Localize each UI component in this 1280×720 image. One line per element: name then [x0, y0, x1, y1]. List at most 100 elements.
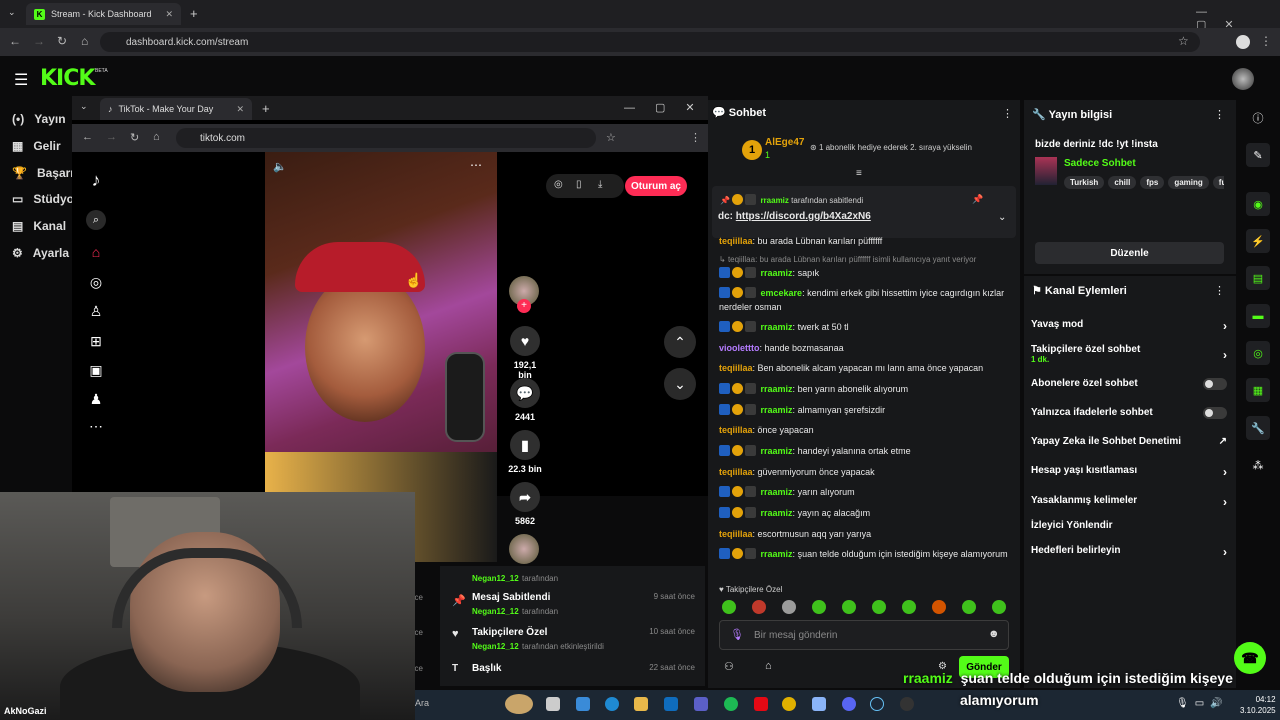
emote-only-toggle[interactable]: [1203, 407, 1227, 419]
emote[interactable]: [782, 600, 796, 614]
chat-username[interactable]: teqiillaa: [719, 236, 753, 246]
more-icon[interactable]: ⋯: [86, 418, 106, 435]
following-icon[interactable]: ♙: [86, 303, 106, 320]
chat-message[interactable]: teqiillaa: güvenmiyorum önce yapacak: [719, 465, 1015, 479]
more-options-icon[interactable]: ⁂: [1246, 453, 1270, 477]
music-disc-avatar[interactable]: [509, 534, 539, 564]
chat-username[interactable]: rraamiz: [761, 549, 793, 559]
task-view-icon[interactable]: [546, 697, 560, 711]
notes-icon[interactable]: ▤: [1246, 266, 1270, 290]
comment-action[interactable]: 💬 2441: [508, 378, 542, 422]
chat-points-icon[interactable]: ⚇: [724, 660, 734, 673]
back-icon[interactable]: ←: [9, 34, 21, 48]
stream-info-menu-icon[interactable]: ⋮: [1214, 108, 1225, 121]
chat-message[interactable]: teqiillaa: bu arada Lübnan karıları püff…: [719, 234, 1015, 248]
top-gifter-name[interactable]: AlEge47: [765, 137, 804, 148]
browser-menu-icon[interactable]: ⋮: [690, 131, 701, 144]
chat-reply-context[interactable]: ↳ teqiillaa: bu arada Lübnan karıları pü…: [719, 253, 1015, 267]
back-icon[interactable]: ←: [82, 131, 93, 143]
home-icon[interactable]: ⌂: [86, 244, 106, 260]
netflix-icon[interactable]: [754, 697, 768, 711]
chat-username[interactable]: emcekare: [761, 288, 803, 298]
emote[interactable]: [842, 600, 856, 614]
edge-icon[interactable]: [605, 697, 619, 711]
chat-username[interactable]: rraamiz: [761, 384, 793, 394]
reload-icon[interactable]: ↻: [57, 34, 67, 48]
lightning-icon[interactable]: ⚡: [1246, 229, 1270, 253]
subscribers-only-toggle[interactable]: [1203, 378, 1227, 390]
user-avatar[interactable]: [1232, 68, 1254, 90]
home-icon[interactable]: ⌂: [153, 131, 160, 143]
video-more-icon[interactable]: ⋯: [470, 158, 482, 172]
tiktok-logo-icon[interactable]: ♪: [86, 170, 106, 191]
store-icon[interactable]: ⌂: [765, 660, 772, 672]
outlook-icon[interactable]: [664, 697, 678, 711]
bookmark-star-icon[interactable]: ☆: [1178, 34, 1189, 48]
kick-logo[interactable]: KICK: [40, 66, 95, 91]
browser-tab-kick[interactable]: K Stream - Kick Dashboard ✕: [26, 3, 181, 25]
chat-message[interactable]: vioolettto: hande bozmasanaa: [719, 341, 1015, 355]
emote[interactable]: [962, 600, 976, 614]
discord-icon[interactable]: [842, 697, 856, 711]
save-action[interactable]: ▮ 22.3 bin: [508, 430, 542, 474]
window-controls[interactable]: —▢✕: [624, 101, 715, 114]
tab-list-icon[interactable]: ⌄: [80, 101, 88, 112]
chat-username[interactable]: teqiillaa: [719, 467, 753, 477]
emote-only-chat-action[interactable]: Yalnızca ifadelerle sohbet: [1031, 407, 1227, 419]
chat-username[interactable]: teqiillaa: [719, 363, 753, 373]
device-icon[interactable]: ▯: [576, 179, 582, 190]
emote[interactable]: [872, 600, 886, 614]
download-icon[interactable]: ⤓: [598, 179, 602, 190]
profile-icon[interactable]: ♟: [86, 391, 106, 408]
upload-icon[interactable]: ⊞: [86, 333, 106, 350]
emoji-icon[interactable]: ☻: [988, 628, 1000, 640]
chat-message[interactable]: rraamiz: almamıyan şerefsizdir: [719, 403, 1015, 417]
emote[interactable]: [812, 600, 826, 614]
microphone-icon[interactable]: 🎙: [730, 628, 744, 641]
layout-icon[interactable]: ▦: [1246, 378, 1270, 402]
set-goals-action[interactable]: Hedefleri belirleyin ›: [1031, 545, 1227, 559]
edit-stream-info-button[interactable]: Düzenle: [1035, 242, 1224, 264]
account-age-action[interactable]: Hesap yaşı kısıtlaması ›: [1031, 465, 1227, 479]
hamburger-menu-icon[interactable]: ☰: [14, 70, 28, 90]
close-tab-icon[interactable]: ✕: [165, 9, 173, 20]
emote[interactable]: [902, 600, 916, 614]
emote[interactable]: [752, 600, 766, 614]
browser-menu-icon[interactable]: ⋮: [1260, 34, 1272, 48]
emote[interactable]: [992, 600, 1006, 614]
chat-username[interactable]: rraamiz: [761, 508, 793, 518]
chat-message[interactable]: emcekare: kendimi erkek gibi hissettim i…: [719, 286, 1015, 314]
chat-username[interactable]: rraamiz: [761, 268, 793, 278]
sidebar-item-kanal[interactable]: ▤ Kanal: [12, 219, 66, 233]
followers-only-chat-action[interactable]: Takipçilere özel sohbet 1 dk. ›: [1031, 344, 1227, 364]
emote[interactable]: [932, 600, 946, 614]
chat-username[interactable]: rraamiz: [761, 405, 793, 415]
obs-icon[interactable]: [900, 697, 914, 711]
coin-icon[interactable]: ◎: [554, 179, 563, 190]
profile-avatar[interactable]: [1236, 35, 1250, 49]
teams-icon[interactable]: [694, 697, 708, 711]
share-action[interactable]: ➦ 5862: [508, 482, 542, 526]
discord-link[interactable]: https://discord.gg/b4Xa2xN6: [736, 211, 871, 222]
sidebar-item-studyo[interactable]: ▭ Stüdyo: [12, 192, 74, 206]
chat-message[interactable]: rraamiz: yarın alıyorum: [719, 485, 1015, 499]
like-action[interactable]: ♥ 192,1 bin: [508, 326, 542, 380]
tiktok-url-field[interactable]: tiktok.com: [176, 128, 596, 148]
chat-username[interactable]: vioolettto: [719, 343, 760, 353]
sidebar-item-gelir[interactable]: ▦ Gelir: [12, 139, 61, 153]
follow-plus-icon[interactable]: +: [517, 299, 531, 313]
emote[interactable]: [722, 600, 736, 614]
new-tab-icon[interactable]: +: [190, 6, 198, 21]
chat-message[interactable]: rraamiz: şuan telde olduğum için istediğ…: [719, 547, 1015, 561]
unpin-icon[interactable]: 📌: [972, 194, 983, 205]
sidebar-item-yayin[interactable]: (•) Yayın: [12, 112, 66, 126]
forward-icon[interactable]: →: [106, 131, 117, 143]
tab-list-icon[interactable]: ⌄: [8, 7, 16, 18]
chat-username[interactable]: teqiillaa: [719, 425, 753, 435]
chat-menu-icon[interactable]: ⋮: [1002, 107, 1013, 120]
chat-input[interactable]: Bir mesaj gönderin: [719, 620, 1009, 650]
browser-tab-tiktok[interactable]: ♪ TikTok - Make Your Day ✕: [100, 98, 252, 120]
bookmark-star-icon[interactable]: ☆: [606, 131, 616, 144]
chrome-icon[interactable]: [782, 697, 796, 711]
broadcast-icon[interactable]: ◎: [1246, 341, 1270, 365]
